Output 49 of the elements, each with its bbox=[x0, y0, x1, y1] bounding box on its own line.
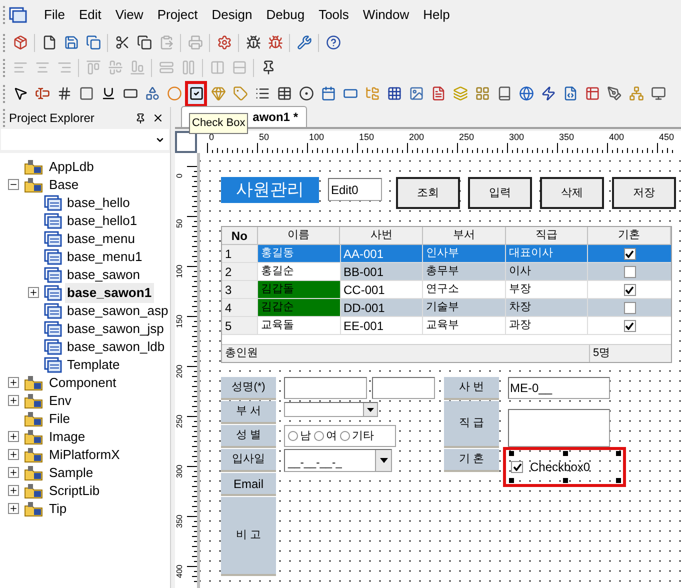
form-label: 직 급 bbox=[444, 401, 499, 448]
form-label: 사 번 bbox=[444, 377, 499, 400]
form-label: 성명(*) bbox=[221, 377, 276, 400]
ruler-label: 200 bbox=[176, 364, 184, 378]
form-label: Email bbox=[221, 473, 276, 496]
footer-total: 5명 bbox=[592, 346, 612, 362]
ruler-label: 100 bbox=[309, 133, 324, 142]
ruler-label: 400 bbox=[609, 133, 624, 142]
radio-label: 기타 bbox=[352, 428, 374, 444]
ruler-label: 450 bbox=[659, 133, 674, 142]
grid-cell: EE-001 bbox=[340, 317, 424, 335]
ruler-label: 350 bbox=[176, 514, 184, 528]
grid-cell: 5 bbox=[222, 317, 258, 335]
ruler-label: 150 bbox=[176, 314, 184, 328]
footer-label: 총인원 bbox=[222, 345, 590, 362]
grid-cell: 1 bbox=[222, 245, 258, 263]
form-label: 성 별 bbox=[221, 425, 276, 448]
radio-label: 남 bbox=[300, 428, 311, 444]
ruler-label: 50 bbox=[176, 219, 184, 228]
grid-cell: 김갑돌 bbox=[258, 281, 340, 299]
ruler-label: 250 bbox=[459, 133, 474, 142]
grid-cell: 4 bbox=[222, 299, 258, 317]
grid-cell: 김갑순 bbox=[258, 299, 340, 317]
form-label: 기 혼 bbox=[444, 449, 499, 472]
ruler-label: 0 bbox=[176, 174, 184, 178]
form-title: 사원관리 bbox=[221, 177, 319, 203]
grid-cell: 3 bbox=[222, 281, 258, 299]
grid-cell: 홍길순 bbox=[258, 263, 340, 281]
ruler-label: 350 bbox=[559, 133, 574, 142]
ruler-label: 0 bbox=[209, 133, 214, 142]
form-label: 입사일 bbox=[221, 449, 276, 472]
panel-title: Project Explorer bbox=[9, 110, 96, 127]
ruler-label: 300 bbox=[176, 464, 184, 478]
ruler-label: 300 bbox=[509, 133, 524, 142]
grid-cell: 2 bbox=[222, 263, 258, 281]
ruler-label: 50 bbox=[259, 133, 270, 142]
grid-cell: 과장 bbox=[506, 317, 588, 335]
grid-cell: 교육부 bbox=[423, 317, 506, 335]
ruler-label: 400 bbox=[176, 564, 184, 578]
radio-label: 여 bbox=[326, 428, 337, 444]
checkbox-label: Checkbox0 bbox=[530, 459, 590, 476]
ruler-label: 250 bbox=[176, 414, 184, 428]
ruler-label: 100 bbox=[176, 264, 184, 278]
form-label: 비 고 bbox=[221, 497, 276, 576]
tooltip: Check Box bbox=[189, 113, 248, 134]
grid-cell: 교육돌 bbox=[258, 317, 340, 335]
form-label: 부 서 bbox=[221, 401, 276, 424]
ruler-label: 200 bbox=[409, 133, 424, 142]
ruler-label: 150 bbox=[359, 133, 374, 142]
